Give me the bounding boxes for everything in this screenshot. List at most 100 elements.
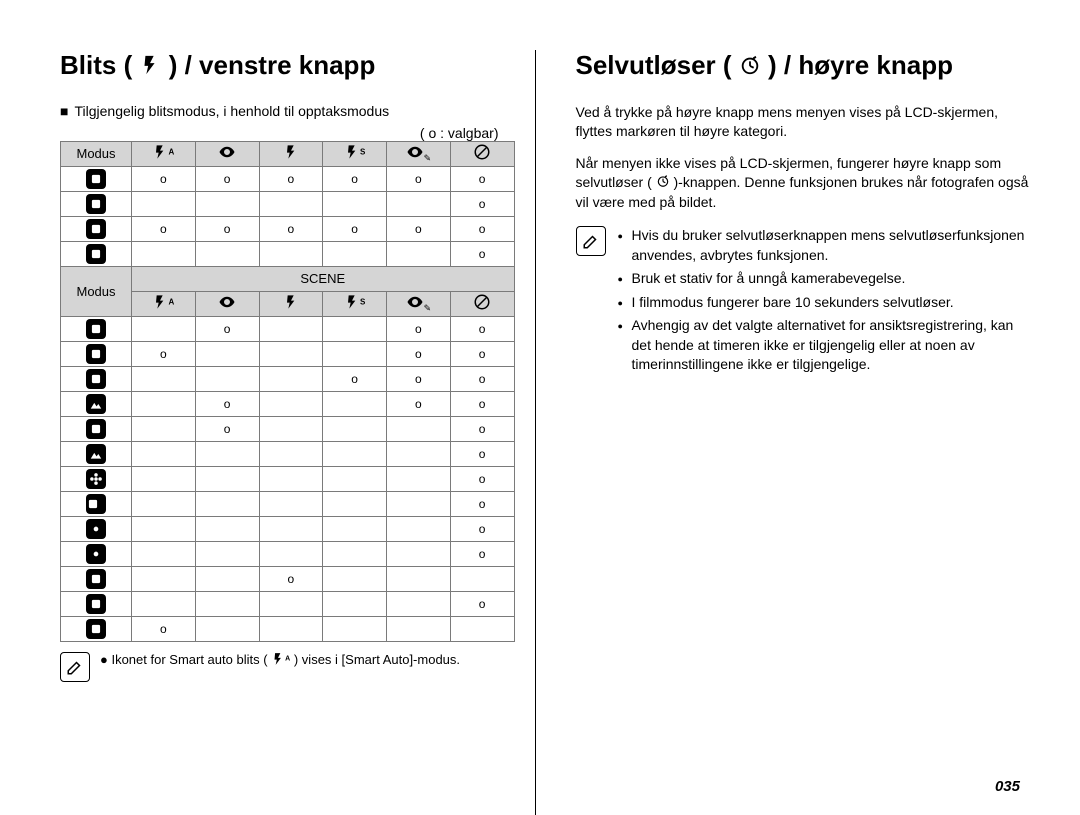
table-row: o: [61, 441, 515, 466]
heading-left-post: ) / venstre knapp: [169, 50, 376, 80]
row-mode-icon-night: [61, 316, 132, 341]
table-cell: [323, 541, 387, 566]
row-mode-icon-closeup1: [61, 416, 132, 441]
table-cell: [195, 366, 259, 391]
timer-icon: [739, 52, 761, 83]
row-mode-icon-beach: [61, 616, 132, 641]
table-cell: [195, 466, 259, 491]
table-cell: [323, 591, 387, 616]
table-cell: o: [450, 241, 514, 266]
table-cell: [387, 466, 451, 491]
table-cell: o: [323, 216, 387, 241]
heading-right: Selvutløser ( ) / høyre knapp: [576, 50, 1031, 83]
col2-flash-off-icon: [450, 291, 514, 316]
heading-right-post: ) / høyre knapp: [768, 50, 953, 80]
col2-redeye-fix-icon: ✎: [387, 291, 451, 316]
modus-header: Modus: [61, 141, 132, 166]
right-p2: Når menyen ikke vises på LCD-skjermen, f…: [576, 154, 1031, 212]
table-cell: o: [132, 166, 196, 191]
table-cell: [450, 616, 514, 641]
table-cell: [195, 541, 259, 566]
table-cell: [132, 566, 196, 591]
table-cell: [387, 616, 451, 641]
table-cell: [323, 341, 387, 366]
table-cell: [387, 516, 451, 541]
page-number: 035: [995, 778, 1020, 795]
right-p1: Ved å trykke på høyre knapp mens menyen …: [576, 103, 1031, 141]
row-mode-icon-text: T: [61, 491, 132, 516]
table-row: ooo: [61, 391, 515, 416]
table-cell: [387, 541, 451, 566]
table-cell: [259, 191, 323, 216]
table-cell: o: [450, 541, 514, 566]
table-row: o: [61, 541, 515, 566]
heading-right-pre: Selvutløser (: [576, 50, 732, 80]
heading-left-pre: Blits (: [60, 50, 132, 80]
table-cell: [323, 391, 387, 416]
table-cell: o: [259, 166, 323, 191]
table-row: o: [61, 566, 515, 591]
table-cell: [259, 241, 323, 266]
table-cell: [259, 341, 323, 366]
table-cell: o: [323, 366, 387, 391]
table-cell: o: [450, 466, 514, 491]
table-cell: [195, 341, 259, 366]
timer-inline-icon: [656, 174, 670, 193]
table-cell: [195, 591, 259, 616]
table-cell: o: [195, 216, 259, 241]
table-row: o: [61, 241, 515, 266]
table-cell: [387, 191, 451, 216]
row-mode-icon-children: [61, 366, 132, 391]
table-cell: [387, 591, 451, 616]
row-mode-icon-smart-auto: [61, 166, 132, 191]
table-cell: [387, 566, 451, 591]
table-cell: [323, 191, 387, 216]
table-row: ooo: [61, 316, 515, 341]
table-cell: [323, 616, 387, 641]
table-cell: o: [387, 366, 451, 391]
table-cell: [387, 441, 451, 466]
col-flash-auto-icon: A: [132, 141, 196, 166]
col-flash-off-icon: [450, 141, 514, 166]
table-cell: o: [450, 191, 514, 216]
left-footnote: ● Ikonet for Smart auto blits ( A ) vise…: [60, 652, 515, 682]
col2-flash-auto-icon: A: [132, 291, 196, 316]
table-cell: [323, 566, 387, 591]
note-bullet: Hvis du bruker selvutløserknappen mens s…: [618, 226, 1031, 265]
table-cell: [132, 541, 196, 566]
table-cell: [132, 516, 196, 541]
right-note-block: Hvis du bruker selvutløserknappen mens s…: [576, 226, 1031, 379]
note-pencil-icon-2: [576, 226, 606, 256]
table-cell: [195, 191, 259, 216]
note-bullet: I filmmodus fungerer bare 10 sekunders s…: [618, 293, 1031, 313]
table-row: ooo: [61, 366, 515, 391]
row-mode-icon-flower: [61, 466, 132, 491]
table-row: o: [61, 591, 515, 616]
table-cell: [323, 516, 387, 541]
table-cell: [132, 241, 196, 266]
table-row: oooooo: [61, 166, 515, 191]
table-cell: o: [195, 416, 259, 441]
table-row: oooooo: [61, 216, 515, 241]
col2-flash-slow-icon: S: [323, 291, 387, 316]
left-subtext: ■Tilgjengelig blitsmodus, i henhold til …: [60, 103, 515, 119]
table-cell: o: [132, 616, 196, 641]
table-cell: o: [450, 591, 514, 616]
table-cell: [323, 416, 387, 441]
table-cell: [323, 491, 387, 516]
heading-left: Blits ( ) / venstre knapp: [60, 50, 515, 83]
table-cell: o: [195, 316, 259, 341]
row-mode-icon-landscape1: [61, 391, 132, 416]
table-cell: o: [259, 216, 323, 241]
table-cell: [387, 241, 451, 266]
table-cell: o: [387, 341, 451, 366]
table-row: ooo: [61, 341, 515, 366]
table-row: o: [61, 466, 515, 491]
col-redeye-fix-icon: ✎: [387, 141, 451, 166]
table-cell: [259, 366, 323, 391]
legend: ( o : valgbar): [60, 125, 499, 141]
table-cell: o: [195, 166, 259, 191]
table-cell: [259, 541, 323, 566]
row-mode-icon-dis: [61, 191, 132, 216]
table-cell: [132, 366, 196, 391]
